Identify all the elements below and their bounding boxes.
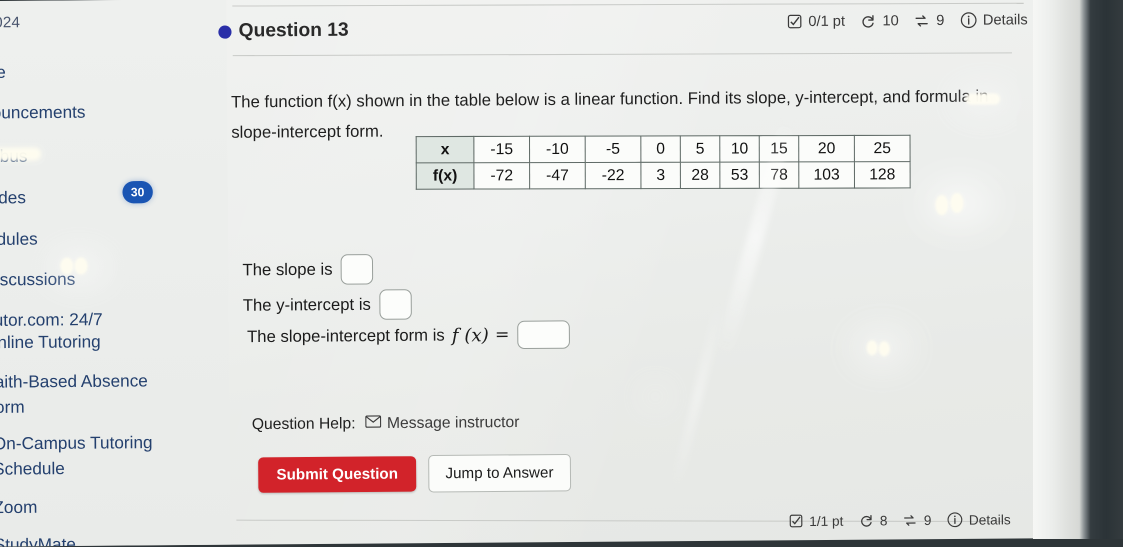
question-status-top: 0/1 pt 10 9 Details — [787, 11, 1028, 30]
function-notation: f (x) — [451, 324, 489, 347]
slope-answer-row: The slope is — [242, 254, 374, 285]
table-cell-x-0: -15 — [473, 136, 530, 163]
sidebar-item-modules[interactable]: lodules — [0, 228, 38, 250]
message-instructor-link[interactable]: Message instructor — [364, 413, 520, 433]
slope-intercept-form-label: The slope-intercept form is — [246, 325, 445, 346]
question-help-label: Question Help: — [251, 415, 356, 434]
attempts-value-bottom: 8 — [879, 512, 888, 528]
y-intercept-label: The y-intercept is — [242, 295, 371, 315]
glare-spot — [935, 194, 949, 216]
glare-spot — [950, 192, 964, 214]
divider-top — [232, 2, 1024, 7]
shuffle-icon — [903, 512, 918, 527]
slope-intercept-form-input[interactable] — [517, 320, 571, 350]
details-link-bottom[interactable]: Details — [969, 512, 1011, 528]
glare-spot — [74, 257, 88, 275]
action-button-row: Submit Question Jump to Answer — [258, 453, 571, 494]
table-cell-x-1: -10 — [529, 136, 586, 163]
table-cell-fx-1: -47 — [529, 162, 586, 189]
glare-spot — [866, 340, 878, 356]
question-status-dot-icon — [218, 25, 232, 39]
question-status-bottom: 1/1 pt 8 9 Details — [789, 511, 1011, 529]
table-cell-fx-7: 103 — [798, 161, 855, 189]
table-cell-fx-5: 53 — [719, 161, 760, 189]
screen-surface: 2024 me nouncements llabus rades lodules… — [0, 0, 1084, 547]
equals-sign: = — [494, 324, 510, 346]
sidebar-item-tutor-com[interactable]: Tutor.com: 24/7 — [0, 309, 103, 331]
retries-value-bottom: 9 — [923, 512, 932, 528]
points-value-bottom: 1/1 pt — [809, 513, 844, 529]
table-cell-x-3: 0 — [640, 135, 681, 163]
sidebar-item-announcements[interactable]: nouncements — [0, 102, 86, 124]
shuffle-icon — [914, 12, 930, 28]
sidebar-item-grades[interactable]: rades — [0, 187, 26, 209]
submit-question-button[interactable]: Submit Question — [258, 456, 417, 493]
slope-intercept-form-row: The slope-intercept form is f (x) = — [246, 320, 571, 351]
table-cell-x-7: 20 — [798, 135, 855, 162]
table-cell-x-2: -5 — [585, 135, 641, 163]
table-cell-x-4: 5 — [680, 135, 720, 163]
sidebar-item-on-campus-tutoring[interactable]: On-Campus Tutoring — [0, 432, 153, 455]
retry-icon — [858, 513, 873, 528]
table-cell-fx-2: -22 — [585, 162, 641, 189]
details-link-top[interactable]: Details — [983, 12, 1028, 29]
retries-value-top: 9 — [936, 12, 945, 29]
checkbox-icon — [789, 514, 803, 528]
table-row-fx: f(x) -72 -47 -22 3 28 53 78 103 128 — [416, 161, 911, 190]
table-cell-x-5: 10 — [719, 135, 760, 163]
slope-label: The slope is — [242, 259, 333, 279]
info-icon[interactable] — [960, 12, 977, 29]
attempts-value-top: 10 — [882, 12, 899, 29]
table-cell-fx-8: 128 — [854, 161, 911, 189]
question-help-row: Question Help: Message instructor — [252, 414, 520, 434]
table-cell-x-8: 25 — [854, 135, 911, 162]
retry-icon — [860, 13, 876, 29]
question-title: Question 13 — [238, 19, 349, 42]
grades-count-badge: 30 — [122, 180, 153, 204]
slope-input[interactable] — [340, 254, 374, 285]
points-value-top: 0/1 pt — [808, 13, 846, 30]
sidebar-term-label: 2024 — [0, 13, 21, 32]
table-row-x: x -15 -10 -5 0 5 10 15 20 25 — [416, 135, 911, 163]
y-intercept-input[interactable] — [378, 289, 412, 320]
checkbox-icon — [787, 14, 802, 29]
table-cell-fx-0: -72 — [473, 162, 530, 190]
function-table: x -15 -10 -5 0 5 10 15 20 25 f(x) -72 — [416, 135, 911, 190]
envelope-icon — [364, 415, 381, 433]
table-header-fx: f(x) — [416, 162, 474, 190]
screen-edge-highlight — [1033, 0, 1067, 539]
question-panel: Question 13 0/1 pt 10 9 Details The func… — [218, 0, 1040, 545]
table-cell-fx-4: 28 — [680, 162, 720, 189]
glare-spot — [60, 257, 74, 275]
y-intercept-answer-row: The y-intercept is — [243, 289, 412, 321]
sidebar-item-faith-absence-line2[interactable]: Form — [0, 396, 25, 418]
table-header-x: x — [416, 136, 474, 163]
sidebar-item-studymate[interactable]: StudyMate — [0, 534, 76, 547]
info-icon[interactable] — [947, 512, 963, 528]
glare-spot — [0, 147, 42, 161]
glare-spot — [878, 341, 890, 357]
message-instructor-label: Message instructor — [386, 413, 520, 433]
sidebar-item-zoom[interactable]: Zoom — [0, 497, 37, 519]
sidebar-item-tutor-com-line2[interactable]: Online Tutoring — [0, 331, 101, 353]
jump-to-answer-button[interactable]: Jump to Answer — [428, 453, 571, 493]
sidebar-item-home[interactable]: me — [0, 62, 6, 83]
sidebar-item-on-campus-tutoring-line2[interactable]: Schedule — [0, 458, 65, 480]
screen-bezel — [1067, 0, 1123, 539]
course-sidebar: 2024 me nouncements llabus rades lodules… — [0, 0, 231, 547]
sidebar-item-faith-absence[interactable]: Faith-Based Absence — [0, 370, 148, 393]
glare-glow — [642, 385, 669, 408]
divider-under-header — [232, 52, 1012, 57]
table-cell-fx-3: 3 — [640, 162, 681, 189]
